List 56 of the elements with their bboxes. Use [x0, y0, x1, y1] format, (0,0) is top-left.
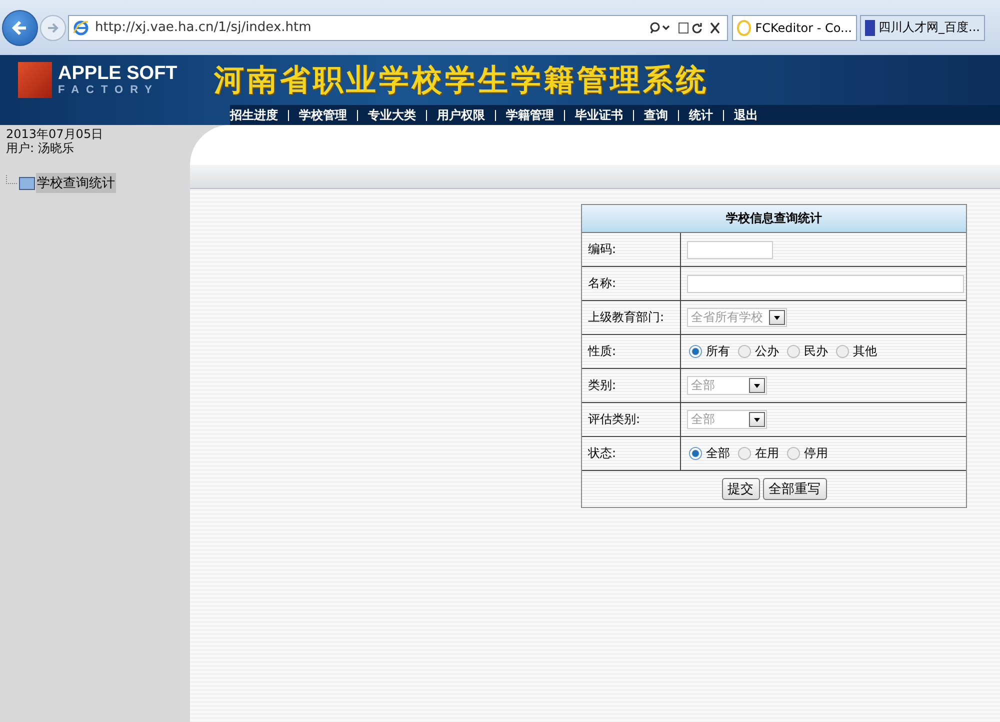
radio-button[interactable]: [689, 345, 702, 358]
field-label: 上级教育部门:: [588, 309, 664, 326]
nav-link[interactable]: 退出: [734, 106, 758, 124]
tab-title: FCKeditor - Co...: [755, 20, 852, 34]
date-text: 2013年07月05日: [6, 127, 104, 141]
nav-link[interactable]: 毕业证书: [575, 106, 623, 124]
nav-link[interactable]: 学校管理: [299, 106, 347, 124]
browser-tab[interactable]: FCKeditor - Co...: [732, 14, 857, 40]
nav-link[interactable]: 统计: [689, 106, 713, 124]
nav-link[interactable]: 学籍管理: [506, 106, 554, 124]
tree-connector: [6, 174, 17, 184]
radio-button[interactable]: [787, 345, 800, 358]
logo-mark-icon: [18, 62, 52, 98]
nav-link[interactable]: 用户权限: [437, 106, 485, 124]
radio-label: 其他: [853, 343, 877, 360]
page-icon: [73, 20, 89, 36]
tab-icon: [737, 20, 752, 36]
forward-button[interactable]: [40, 14, 66, 40]
field-label: 编码:: [588, 241, 616, 258]
tab-icon: [865, 20, 875, 36]
field-label: 性质:: [588, 343, 616, 360]
system-title: 河南省职业学校学生学籍管理系统: [214, 62, 709, 100]
radio-label: 停用: [804, 445, 828, 462]
form-button[interactable]: 提交: [722, 478, 760, 500]
input-field[interactable]: [687, 240, 773, 258]
field-label: 名称:: [588, 275, 616, 292]
address-text: http://xj.vae.ha.cn/1/sj/index.htm: [95, 20, 312, 35]
radio-button[interactable]: [689, 447, 702, 460]
tab-title: 四川人才网_百度...: [878, 19, 980, 36]
field-label: 类别:: [588, 377, 616, 394]
browser-tab[interactable]: 四川人才网_百度...: [860, 14, 985, 40]
radio-button[interactable]: [787, 447, 800, 460]
radio-label: 所有: [706, 343, 730, 360]
radio-button[interactable]: [738, 345, 751, 358]
field-label: 评估类别:: [588, 411, 640, 428]
tree-item[interactable]: 学校查询统计: [36, 173, 116, 193]
form-title: 学校信息查询统计: [582, 205, 966, 233]
input-field[interactable]: [687, 274, 964, 292]
form-button[interactable]: 全部重写: [762, 478, 826, 500]
logo-text: APPLE SOFT: [58, 64, 178, 84]
radio-label: 公办: [755, 343, 779, 360]
address-bar[interactable]: http://xj.vae.ha.cn/1/sj/index.htm: [68, 14, 728, 40]
nav-link[interactable]: 专业大类: [368, 106, 416, 124]
radio-button[interactable]: [738, 447, 751, 460]
user-text: 用户: 汤晓乐: [6, 141, 75, 155]
folder-icon: [19, 176, 35, 190]
field-label: 状态:: [588, 445, 616, 462]
radio-button[interactable]: [836, 345, 849, 358]
forward-arrow-icon: [46, 20, 60, 34]
nav-link[interactable]: 招生进度: [230, 106, 278, 124]
nav-link[interactable]: 查询: [644, 106, 668, 124]
radio-label: 全部: [706, 445, 730, 462]
radio-label: 在用: [755, 445, 779, 462]
logo-subtext: FACTORY: [58, 84, 160, 96]
radio-label: 民办: [804, 343, 828, 360]
back-button[interactable]: [2, 10, 38, 46]
